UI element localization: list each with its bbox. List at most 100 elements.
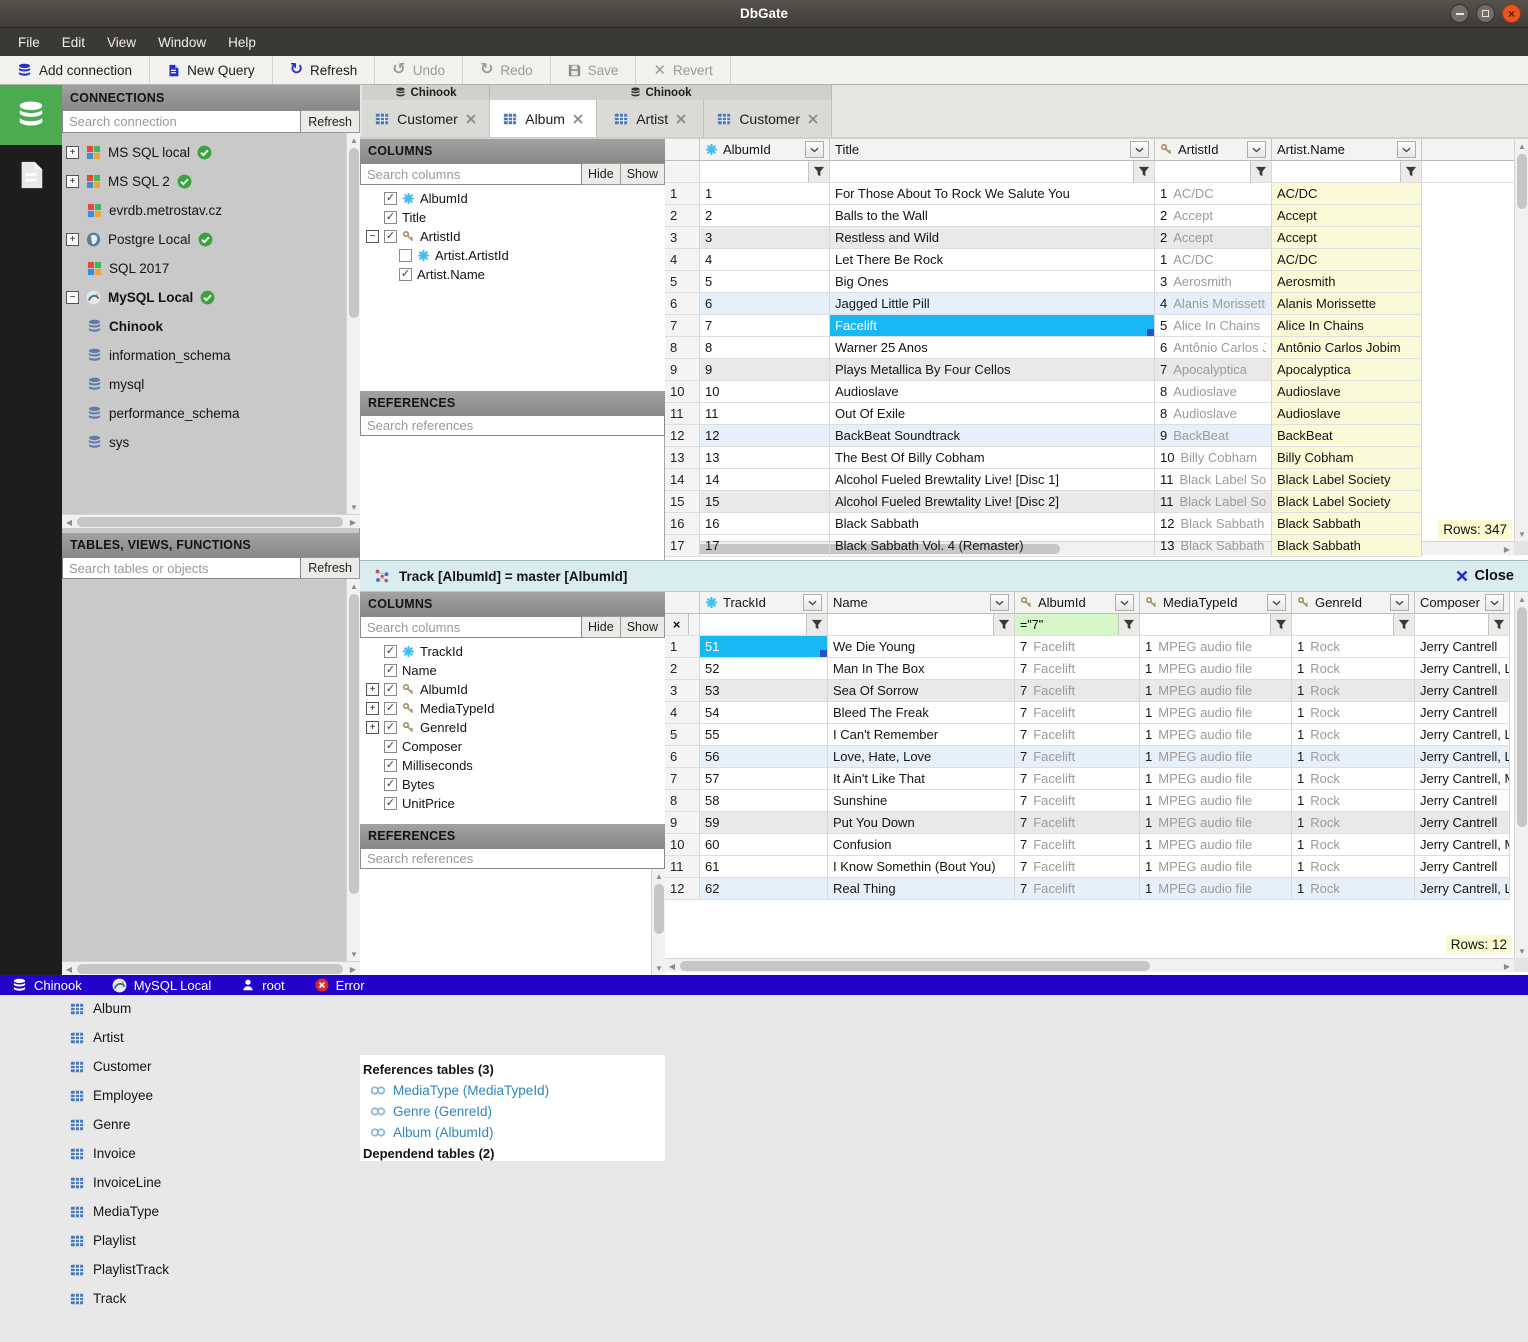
- checkbox[interactable]: ✓: [384, 740, 397, 753]
- cell-title[interactable]: Audioslave: [830, 381, 1155, 403]
- refresh-button[interactable]: ↻ Refresh: [273, 56, 376, 84]
- connection-item-postgre-local[interactable]: + Postgre Local: [62, 225, 360, 254]
- cell-mediatypeid[interactable]: 1 MPEG audio file: [1140, 702, 1292, 724]
- cell-composer[interactable]: Jerry Cantrell: [1415, 702, 1510, 724]
- row-number-cell[interactable]: 8: [665, 790, 700, 812]
- row-number-cell[interactable]: 3: [665, 680, 700, 702]
- track-column-albumid[interactable]: + ✓ AlbumId: [360, 680, 665, 699]
- new-query-button[interactable]: New Query: [150, 56, 273, 84]
- row-number-cell[interactable]: 11: [665, 856, 700, 878]
- menu-edit[interactable]: Edit: [51, 31, 96, 54]
- chevron-down-icon[interactable]: [1267, 594, 1286, 611]
- chevron-down-icon[interactable]: [805, 141, 824, 158]
- track-column-trackid[interactable]: ✓ TrackId: [360, 642, 665, 661]
- tab-album[interactable]: Album: [490, 100, 598, 137]
- connections-refresh-button[interactable]: Refresh: [301, 110, 360, 133]
- cell-title[interactable]: Warner 25 Anos: [830, 337, 1155, 359]
- tables-refresh-button[interactable]: Refresh: [301, 557, 360, 579]
- status-root[interactable]: root: [241, 978, 285, 993]
- expander-icon[interactable]: +: [66, 233, 79, 246]
- cell-composer[interactable]: Jerry Cantrell, Michael Starr: [1415, 834, 1510, 856]
- tables-vscrollbar[interactable]: ▲ ▼: [346, 579, 360, 961]
- cell-albumid[interactable]: 4: [700, 249, 830, 271]
- cell-mediatypeid[interactable]: 1 MPEG audio file: [1140, 878, 1292, 900]
- cell-artist-name[interactable]: Alanis Morissette: [1272, 293, 1422, 315]
- row-number-cell[interactable]: 12: [665, 425, 700, 447]
- cell-trackid[interactable]: 57: [700, 768, 828, 790]
- cell-genreid[interactable]: 1 Rock: [1292, 746, 1415, 768]
- cell-albumid[interactable]: 7 Facelift: [1015, 746, 1140, 768]
- cell-artistid[interactable]: 11 Black Label Society: [1155, 491, 1272, 513]
- connection-item-sql-2017[interactable]: SQL 2017: [62, 254, 360, 283]
- cell-title[interactable]: BackBeat Soundtrack: [830, 425, 1155, 447]
- cell-artist-name[interactable]: AC/DC: [1272, 183, 1422, 205]
- row-number-cell[interactable]: 2: [665, 205, 700, 227]
- filter-funnel-icon[interactable]: [806, 614, 827, 635]
- cell-title[interactable]: Alcohol Fueled Brewtality Live! [Disc 2]: [830, 491, 1155, 513]
- row-number-cell[interactable]: 9: [665, 359, 700, 381]
- selection-handle[interactable]: [1147, 329, 1154, 336]
- row-number-cell[interactable]: 7: [665, 315, 700, 337]
- cell-name[interactable]: We Die Young: [828, 636, 1015, 658]
- connection-item-ms-sql-local[interactable]: + MS SQL local: [62, 138, 360, 167]
- row-number-cell[interactable]: 13: [665, 447, 700, 469]
- checkbox[interactable]: ✓: [384, 664, 397, 677]
- connection-item-performance-schema[interactable]: performance_schema: [62, 399, 360, 428]
- cell-artistid[interactable]: 3 Aerosmith: [1155, 271, 1272, 293]
- album-columns-search-input[interactable]: [360, 163, 582, 185]
- expander-icon[interactable]: +: [66, 146, 79, 159]
- cell-artist-name[interactable]: Black Sabbath: [1272, 535, 1422, 557]
- cell-mediatypeid[interactable]: 1 MPEG audio file: [1140, 834, 1292, 856]
- cell-artist-name[interactable]: Black Label Society: [1272, 469, 1422, 491]
- cell-genreid[interactable]: 1 Rock: [1292, 658, 1415, 680]
- track-references-search-input[interactable]: [360, 848, 665, 869]
- cell-trackid[interactable]: 56: [700, 746, 828, 768]
- album-column-albumid[interactable]: ✓ AlbumId: [360, 189, 665, 208]
- cell-title[interactable]: Big Ones: [830, 271, 1155, 293]
- track-columns-hide-button[interactable]: Hide: [582, 616, 621, 638]
- album-column-title[interactable]: ✓ Title: [360, 208, 665, 227]
- cell-mediatypeid[interactable]: 1 MPEG audio file: [1140, 790, 1292, 812]
- filter-funnel-icon[interactable]: [1270, 614, 1291, 635]
- cell-artist-name[interactable]: Audioslave: [1272, 381, 1422, 403]
- cell-mediatypeid[interactable]: 1 MPEG audio file: [1140, 856, 1292, 878]
- row-number-cell[interactable]: 4: [665, 702, 700, 724]
- expander-icon[interactable]: +: [366, 702, 379, 715]
- filter-input-name[interactable]: [828, 614, 993, 635]
- album-columns-show-button[interactable]: Show: [620, 163, 665, 185]
- row-number-cell[interactable]: 6: [665, 293, 700, 315]
- track-ref-link-genre-genreid-[interactable]: Genre (GenreId): [360, 1101, 665, 1122]
- cell-trackid[interactable]: 58: [700, 790, 828, 812]
- table-item-genre[interactable]: Genre: [62, 1110, 360, 1139]
- cell-artistid[interactable]: 12 Black Sabbath: [1155, 513, 1272, 535]
- cell-artistid[interactable]: 7 Apocalyptica: [1155, 359, 1272, 381]
- table-item-invoice[interactable]: Invoice: [62, 1139, 360, 1168]
- track-column-unitprice[interactable]: ✓ UnitPrice: [360, 794, 665, 813]
- chevron-down-icon[interactable]: [1397, 141, 1416, 158]
- row-number-cell[interactable]: 10: [665, 834, 700, 856]
- checkbox[interactable]: ✓: [384, 211, 397, 224]
- cell-albumid[interactable]: 15: [700, 491, 830, 513]
- cell-albumid[interactable]: 13: [700, 447, 830, 469]
- table-item-invoiceline[interactable]: InvoiceLine: [62, 1168, 360, 1197]
- cell-genreid[interactable]: 1 Rock: [1292, 680, 1415, 702]
- checkbox[interactable]: ✓: [384, 702, 397, 715]
- cell-title[interactable]: Out Of Exile: [830, 403, 1155, 425]
- filter-input-albumid[interactable]: [700, 161, 808, 182]
- expander-icon[interactable]: −: [66, 291, 79, 304]
- row-number-cell[interactable]: 2: [665, 658, 700, 680]
- cell-trackid[interactable]: 53: [700, 680, 828, 702]
- checkbox[interactable]: ✓: [384, 192, 397, 205]
- cell-mediatypeid[interactable]: 1 MPEG audio file: [1140, 812, 1292, 834]
- cell-artist-name[interactable]: Aerosmith: [1272, 271, 1422, 293]
- row-number-cell[interactable]: 11: [665, 403, 700, 425]
- cell-title[interactable]: For Those About To Rock We Salute You: [830, 183, 1155, 205]
- maximize-button[interactable]: [1476, 4, 1495, 23]
- album-column-artist-artistid[interactable]: Artist.ArtistId: [360, 246, 665, 265]
- selection-handle[interactable]: [820, 650, 827, 657]
- cell-composer[interactable]: Jerry Cantrell, Michael Starr: [1415, 768, 1510, 790]
- filter-input-albumid[interactable]: [1015, 614, 1118, 635]
- row-number-cell[interactable]: 10: [665, 381, 700, 403]
- table-item-playlisttrack[interactable]: PlaylistTrack: [62, 1255, 360, 1284]
- checkbox[interactable]: [399, 249, 412, 262]
